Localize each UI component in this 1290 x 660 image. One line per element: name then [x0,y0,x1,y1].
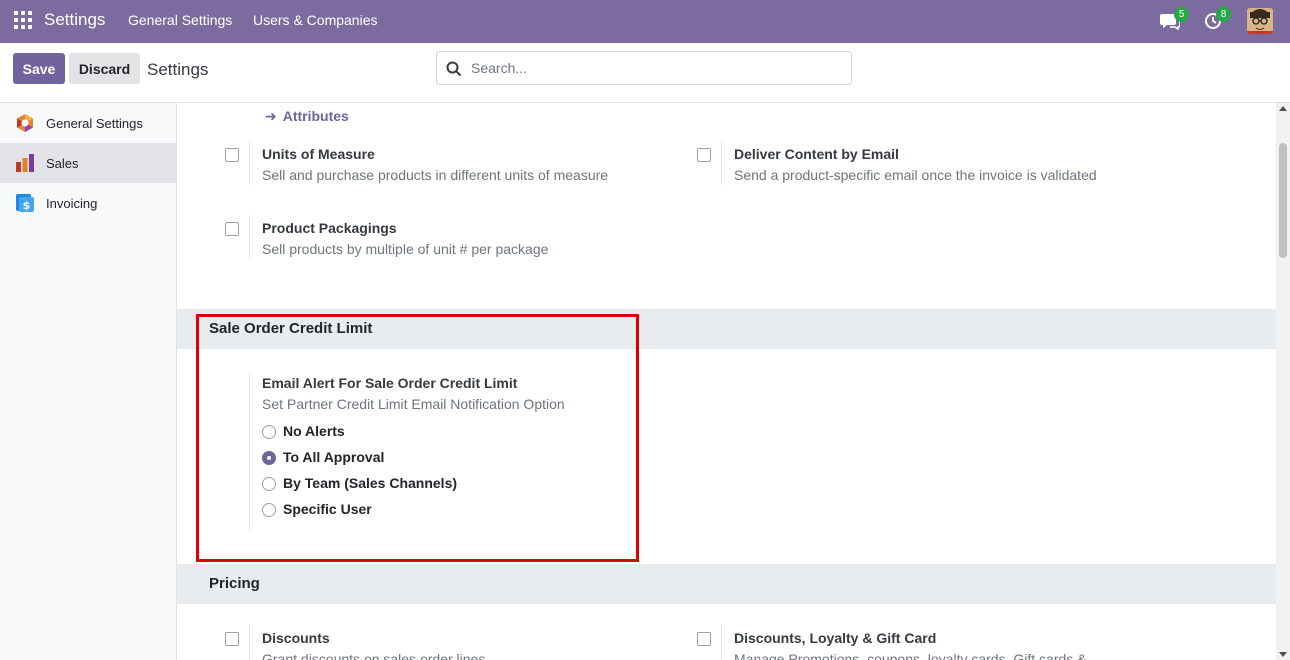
section-credit-limit-header: Sale Order Credit Limit [177,309,1276,349]
radio-label: Specific User [283,501,372,517]
discard-button[interactable]: Discard [69,53,140,84]
page-title: Settings [147,60,209,79]
deliver-content-checkbox[interactable] [697,148,711,162]
sales-icon [16,154,34,172]
search-icon [446,61,462,77]
sidebar-item-label: Sales [46,156,79,171]
divider [721,625,722,660]
divider [249,215,250,259]
setting-description: Sell and purchase products in different … [262,167,609,183]
setting-title: Discounts, Loyalty & Gift Card [734,630,937,646]
divider [249,141,250,185]
section-title: Sale Order Credit Limit [209,320,373,337]
setting-title: Units of Measure [262,146,375,162]
sidebar-item-sales[interactable]: Sales [0,143,176,183]
radio-button[interactable] [262,451,276,465]
units-of-measure-checkbox[interactable] [225,148,239,162]
menu-users-companies[interactable]: Users & Companies [253,12,378,28]
general-settings-icon [17,114,33,132]
sidebar-item-general-settings[interactable]: General Settings [0,103,176,143]
search-box[interactable] [436,51,852,85]
search-input[interactable] [471,58,841,78]
save-button[interactable]: Save [13,53,65,84]
chat-count-badge: 5 [1174,7,1189,22]
top-navbar: Settings General Settings Users & Compan… [0,0,1290,43]
setting-description: Sell products by multiple of unit # per … [262,241,549,257]
divider [249,373,250,531]
scroll-thumb[interactable] [1279,143,1287,258]
loyalty-gift-card-checkbox[interactable] [697,632,711,646]
svg-text:$: $ [23,199,31,212]
setting-description: Grant discounts on sales order lines [262,651,486,660]
attributes-link[interactable]: ➜ Attributes [265,108,349,125]
settings-sidebar: General Settings Sales $ Invoicing [0,103,177,660]
menu-general-settings[interactable]: General Settings [128,12,232,28]
setting-title: Discounts [262,630,330,646]
radio-button[interactable] [262,425,276,439]
section-pricing-header: Pricing [177,564,1276,604]
discounts-checkbox[interactable] [225,632,239,646]
setting-title: Deliver Content by Email [734,146,899,162]
control-panel: Save Discard Settings [0,43,1290,103]
divider [721,141,722,185]
app-brand[interactable]: Settings [44,10,105,30]
sidebar-item-invoicing[interactable]: $ Invoicing [0,183,176,223]
settings-content: ➜ Attributes Units of Measure Sell and pu… [177,103,1276,660]
setting-description: Manage Promotions, coupons, loyalty card… [734,651,1087,660]
scroll-down-arrow-icon[interactable] [1279,652,1287,657]
section-title: Pricing [209,575,260,592]
chat-icon[interactable] [1160,0,1180,43]
invoicing-icon: $ [16,194,34,212]
radio-label: By Team (Sales Channels) [283,475,458,491]
scroll-up-arrow-icon[interactable] [1279,106,1287,111]
radio-button[interactable] [262,503,276,517]
sidebar-item-label: Invoicing [46,196,98,211]
sidebar-item-label: General Settings [46,116,143,131]
radio-button[interactable] [262,477,276,491]
apps-menu-icon[interactable] [14,11,32,29]
vertical-scrollbar[interactable] [1276,103,1290,660]
radio-label: No Alerts [283,423,345,439]
radio-label: To All Approval [283,449,385,465]
setting-title: Email Alert For Sale Order Credit Limit [262,375,518,391]
activity-count-badge: 8 [1216,7,1231,22]
product-packagings-checkbox[interactable] [225,222,239,236]
arrow-right-icon: ➜ [265,108,277,124]
setting-description: Send a product-specific email once the i… [734,167,1097,183]
setting-description: Set Partner Credit Limit Email Notificat… [262,396,565,412]
user-avatar[interactable] [1247,8,1273,34]
setting-title: Product Packagings [262,220,397,236]
divider [249,625,250,660]
